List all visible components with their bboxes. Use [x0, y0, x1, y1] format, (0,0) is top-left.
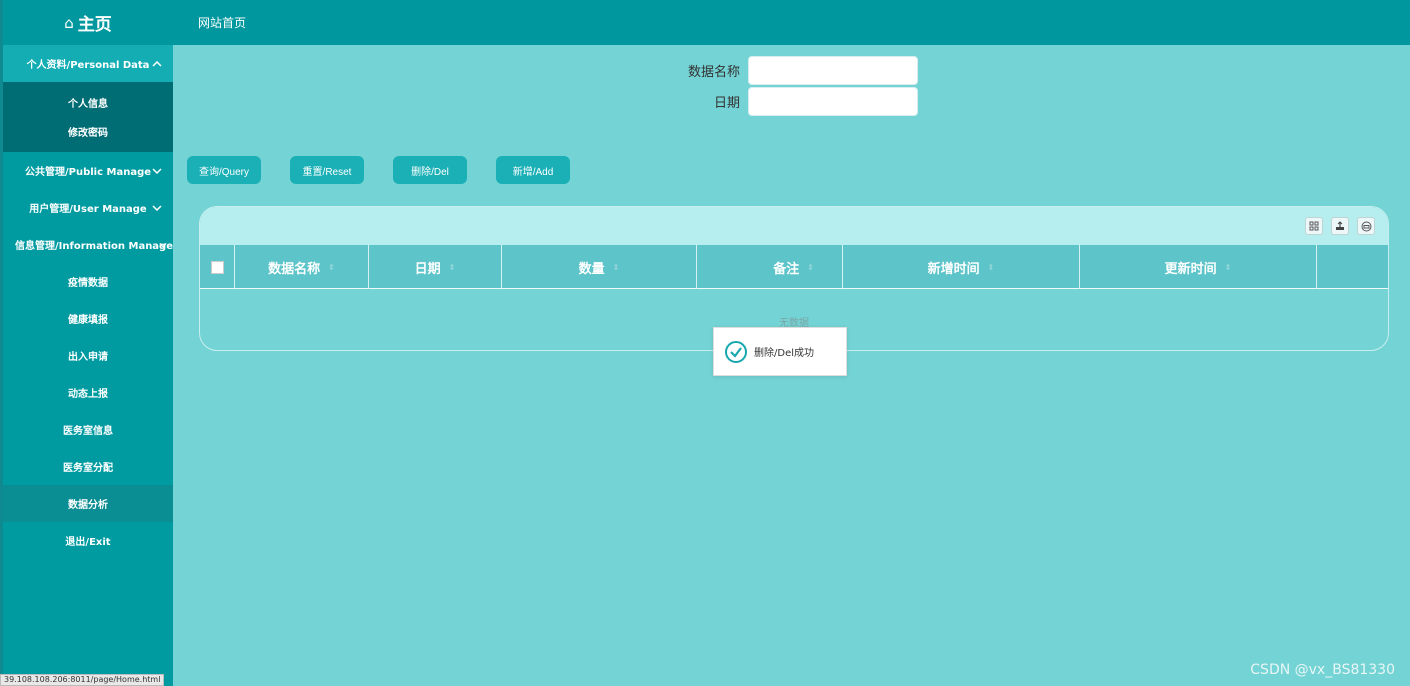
brand-label: 主页: [77, 15, 112, 35]
home-icon: ⌂: [64, 13, 74, 32]
reset-button[interactable]: 重置/Reset: [290, 156, 364, 184]
search-date-row: 日期: [600, 87, 918, 116]
sort-icon: ⇕: [612, 262, 620, 272]
search-name-input[interactable]: [748, 56, 918, 85]
col-remark[interactable]: 备注 ⇕: [697, 245, 843, 289]
add-button[interactable]: 新增/Add: [496, 156, 570, 184]
sidebar-item-health-report[interactable]: 健康填报: [3, 300, 173, 337]
sidebar-item-clinic-assignment[interactable]: 医务室分配: [3, 448, 173, 485]
col-quantity[interactable]: 数量 ⇕: [502, 245, 697, 289]
col-actions: [1317, 245, 1388, 289]
col-created-time[interactable]: 新增时间 ⇕: [843, 245, 1080, 289]
table-toolbar: [200, 207, 1388, 245]
col-date[interactable]: 日期 ⇕: [369, 245, 502, 289]
watermark: CSDN @vx_BS81330: [1250, 662, 1395, 678]
sidebar-brand[interactable]: ⌂ 主页: [3, 0, 173, 45]
query-button[interactable]: 查询/Query: [187, 156, 261, 184]
columns-icon[interactable]: [1305, 217, 1323, 235]
toast-message: 删除/Del成功: [754, 348, 814, 359]
top-bar: 网站首页: [173, 0, 1410, 45]
print-icon[interactable]: [1357, 217, 1375, 235]
home-link[interactable]: 网站首页: [198, 14, 246, 31]
sort-icon: ⇕: [987, 262, 995, 272]
sidebar-item-public-manage[interactable]: 公共管理/Public Manage: [3, 152, 173, 189]
sort-icon: ⇕: [328, 262, 335, 272]
sidebar-item-entry-application[interactable]: 出入申请: [3, 337, 173, 374]
delete-button[interactable]: 删除/Del: [393, 156, 467, 184]
sidebar-item-user-manage[interactable]: 用户管理/User Manage: [3, 189, 173, 226]
chevron-down-icon: [151, 202, 163, 214]
sidebar-item-personal-data[interactable]: 个人资料/Personal Data: [3, 45, 173, 82]
search-name-row: 数据名称: [600, 56, 918, 85]
sort-icon: ⇕: [1224, 262, 1232, 272]
sort-icon: ⇕: [807, 262, 814, 272]
select-all-cell: [200, 245, 235, 289]
search-date-input[interactable]: [748, 87, 918, 116]
success-toast: 删除/Del成功: [713, 327, 847, 376]
status-url: 39.108.108.206:8011/page/Home.html: [0, 674, 165, 686]
sidebar-item-information-manage[interactable]: 信息管理/Information Manage: [3, 226, 173, 263]
sidebar-item-epidemic-data[interactable]: 疫情数据: [3, 263, 173, 300]
sidebar-item-data-analysis[interactable]: 数据分析: [3, 485, 173, 522]
check-circle-icon: [725, 340, 747, 363]
col-updated-time[interactable]: 更新时间 ⇕: [1080, 245, 1317, 289]
col-data-name[interactable]: 数据名称 ⇕: [235, 245, 369, 289]
sidebar-item-personal-info[interactable]: 个人信息: [3, 88, 173, 117]
sidebar-item-clinic-info[interactable]: 医务室信息: [3, 411, 173, 448]
chevron-down-icon: [157, 239, 169, 251]
chevron-up-icon: [151, 58, 163, 70]
table-header: 数据名称 ⇕ 日期 ⇕ 数量 ⇕ 备注 ⇕ 新增时间 ⇕ 更新时间 ⇕: [200, 245, 1388, 289]
sort-icon: ⇕: [448, 262, 456, 272]
select-all-checkbox[interactable]: [210, 260, 224, 274]
chevron-down-icon: [151, 165, 163, 177]
sidebar-item-dynamic-report[interactable]: 动态上报: [3, 374, 173, 411]
export-icon[interactable]: [1331, 217, 1349, 235]
empty-message: 无数据: [779, 318, 809, 329]
sidebar-item-change-password[interactable]: 修改密码: [3, 117, 173, 146]
sidebar-item-exit[interactable]: 退出/Exit: [3, 522, 173, 559]
search-date-label: 日期: [713, 96, 740, 111]
sidebar-submenu-personal: 个人信息 修改密码: [3, 82, 173, 152]
search-name-label: 数据名称: [687, 65, 740, 80]
sidebar: ⌂ 主页 个人资料/Personal Data 个人信息 修改密码 公共管理/P…: [0, 0, 173, 686]
